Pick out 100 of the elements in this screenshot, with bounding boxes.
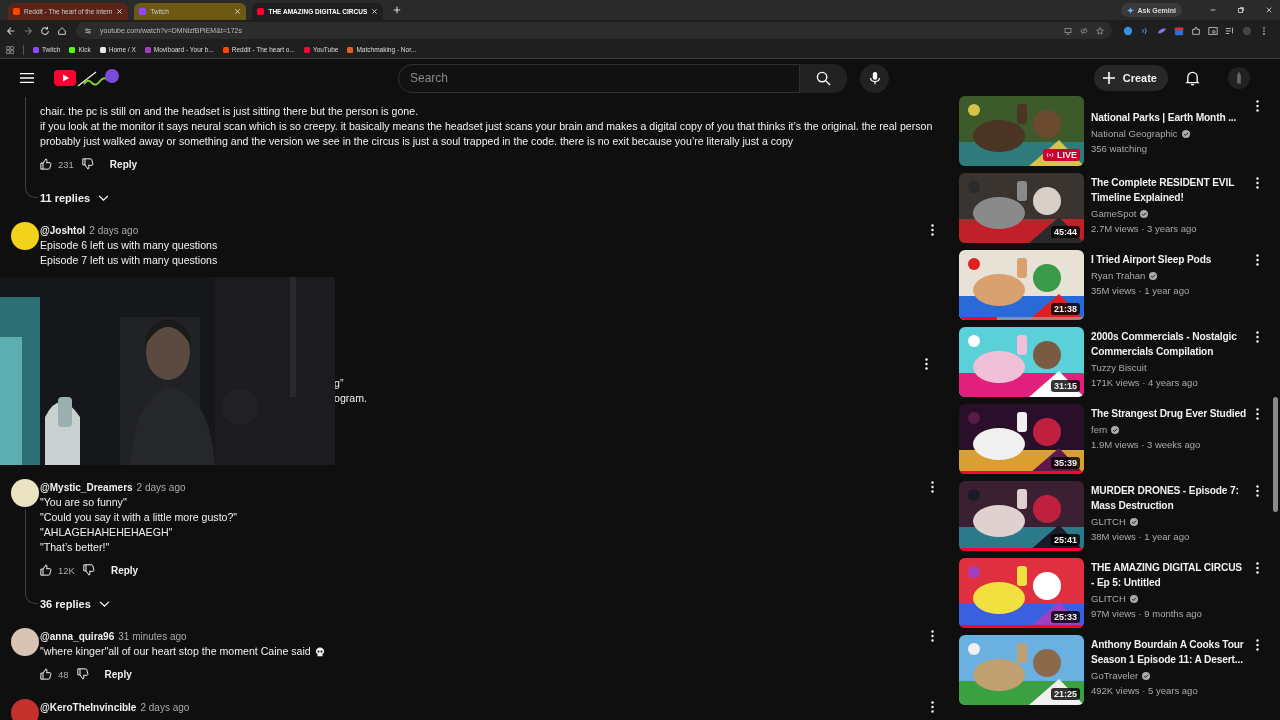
channel-name[interactable]: GoTraveler	[1091, 668, 1139, 683]
thumbs-up-icon	[40, 564, 52, 576]
media-icon[interactable]	[1225, 25, 1235, 36]
channel-name[interactable]: National Geographic	[1091, 126, 1178, 141]
thumbs-down-icon	[76, 668, 89, 680]
favicon-icon	[139, 8, 147, 15]
comment-author[interactable]: @Joshtol	[40, 224, 86, 236]
avatar[interactable]	[11, 628, 39, 656]
close-icon[interactable]	[234, 8, 242, 15]
extension-icon[interactable]	[1157, 25, 1167, 36]
thumbs-down-icon	[81, 158, 94, 170]
eye-slash-icon[interactable]	[1080, 26, 1088, 35]
duration-badge: 35:39	[1050, 457, 1080, 469]
duration-badge: 45:44	[1050, 226, 1080, 238]
video-meta: 35M views · 1 year ago	[1091, 284, 1191, 298]
replies-toggle[interactable]: 36 replies	[40, 594, 110, 614]
video-title[interactable]: Anthony Bourdain A Cooks Tour Season 1 Episode 11: A Desert...	[1091, 637, 1246, 667]
voice-search-button[interactable]	[860, 63, 889, 93]
video-meta: 171K views · 4 years ago	[1091, 376, 1199, 390]
video-title[interactable]: THE AMAZING DIGITAL CIRCUS - Ep 5: Untitled	[1091, 560, 1246, 590]
video-title[interactable]: 2000s Commercials - Nostalgic Commercials Compilation	[1091, 329, 1246, 359]
star-icon[interactable]	[1096, 26, 1104, 35]
reply-button[interactable]: Reply	[101, 154, 146, 174]
replies-toggle[interactable]: 11 replies	[40, 188, 110, 208]
channel-name[interactable]: Ryan Trahan	[1091, 268, 1146, 283]
scrollbar-thumb[interactable]	[1273, 397, 1278, 512]
restore-icon[interactable]	[1237, 6, 1245, 14]
menu-icon[interactable]	[20, 72, 34, 84]
comment-author[interactable]: @anna_quira96	[40, 630, 115, 642]
comment-time[interactable]: 2 days ago	[140, 701, 190, 713]
comment-text: Episode 7 left us with many questions	[40, 253, 218, 268]
comment-text: "Could you say it with a little more gusto?"	[40, 510, 238, 525]
thumbs-up-icon	[40, 158, 52, 170]
favicon-icon	[347, 46, 354, 53]
channel-name[interactable]: fern	[1091, 422, 1108, 437]
channel-name[interactable]: Tuzzy Biscuit	[1091, 360, 1147, 375]
channel-name[interactable]: GameSpot	[1091, 206, 1137, 221]
close-icon[interactable]	[1265, 6, 1273, 14]
video-meta: 97M views · 9 months ago	[1091, 607, 1203, 621]
reply-button[interactable]: Reply	[102, 560, 147, 580]
reply-button[interactable]: Reply	[96, 664, 140, 684]
video-title[interactable]: MURDER DRONES - Episode 7: Mass Destruction	[1091, 483, 1246, 513]
forward-icon[interactable]	[23, 25, 33, 36]
close-icon[interactable]	[371, 8, 379, 15]
minimize-icon[interactable]	[1209, 6, 1217, 14]
video-title[interactable]: National Parks | Earth Month ...	[1091, 110, 1246, 125]
duration-badge: 25:33	[1050, 611, 1080, 623]
favicon-icon	[13, 8, 20, 15]
favicon-icon	[144, 46, 151, 53]
like-button[interactable]: 12K	[40, 560, 75, 580]
channel-name[interactable]: GLITCH	[1091, 514, 1126, 529]
comment-text: g”	[334, 376, 345, 391]
comment-text: Episode 6 left us with many questions	[40, 238, 218, 253]
favicon-icon	[303, 46, 310, 53]
microphone-icon	[867, 71, 882, 85]
like-button[interactable]: 231	[40, 154, 74, 174]
comment-time[interactable]: 2 days ago	[136, 481, 186, 493]
extension-icon[interactable]	[1123, 25, 1133, 36]
bell-icon[interactable]	[1185, 70, 1200, 86]
chevron-down-icon	[98, 600, 110, 608]
sparkle-icon	[1127, 6, 1135, 14]
video-title[interactable]: The Complete RESIDENT EVIL Timeline Explained!	[1091, 175, 1246, 205]
video-title[interactable]: The Strangest Drug Ever Studied	[1091, 406, 1246, 421]
duration-badge: 21:25	[1050, 688, 1080, 700]
site-info-icon[interactable]	[84, 26, 92, 35]
puzzle-icon[interactable]	[1191, 25, 1201, 36]
avatar[interactable]	[11, 222, 39, 250]
comment-author[interactable]: @Mystic_Dreamers	[40, 481, 133, 493]
thumbs-down-icon	[82, 564, 95, 576]
tab-search-icon[interactable]	[1208, 25, 1218, 36]
create-button[interactable]: Create	[1093, 65, 1168, 91]
new-tab-icon[interactable]	[393, 6, 402, 14]
comment-text: if you look at the monitor it says neural scan which is so creepy. it basically means the headset just scans your brain and makes a digital copy of you that thinks it’s the original. the real person probably just walked away or something and the version we see in the circus is just a soul trapped in the code. there is no exit because you’re literally just a copy	[40, 119, 934, 149]
comment-author[interactable]: @KeroTheInvincible	[40, 701, 137, 713]
favicon-icon	[257, 8, 265, 15]
comment-text: "You are so funny"	[40, 495, 127, 510]
apps-icon[interactable]	[6, 45, 14, 54]
comment-text: "where kinger"all of our heart stop the moment Caine said	[40, 644, 311, 659]
like-button[interactable]: 48	[40, 664, 69, 684]
comment-text: "That’s better!"	[40, 540, 110, 555]
close-icon[interactable]	[116, 8, 124, 15]
comment-text: chair. the pc is still on and the headset is just sitting there but the person is gone.	[40, 104, 419, 119]
comment-time[interactable]: 2 days ago	[89, 224, 139, 236]
video-meta: 1.9M views · 3 weeks ago	[1091, 438, 1202, 452]
calendar-icon[interactable]	[1174, 25, 1184, 36]
video-title[interactable]: I Tried Airport Sleep Pods	[1091, 252, 1246, 267]
comment-text: "AHLAGEHAHEHEHAEGH"	[40, 525, 173, 540]
avatar[interactable]	[11, 479, 39, 507]
duration-badge: 31:15	[1050, 380, 1080, 392]
search-field[interactable]: Search	[398, 63, 800, 93]
install-icon[interactable]	[1064, 26, 1072, 35]
favicon-icon	[99, 46, 106, 53]
comment-time[interactable]: 31 minutes ago	[118, 630, 187, 642]
home-icon[interactable]	[57, 25, 67, 36]
reload-icon[interactable]	[40, 25, 50, 36]
favicon-icon	[33, 46, 39, 53]
search-button[interactable]	[800, 63, 847, 93]
favicon-icon	[69, 46, 76, 53]
back-icon[interactable]	[6, 25, 16, 36]
channel-name[interactable]: GLITCH	[1091, 591, 1126, 606]
